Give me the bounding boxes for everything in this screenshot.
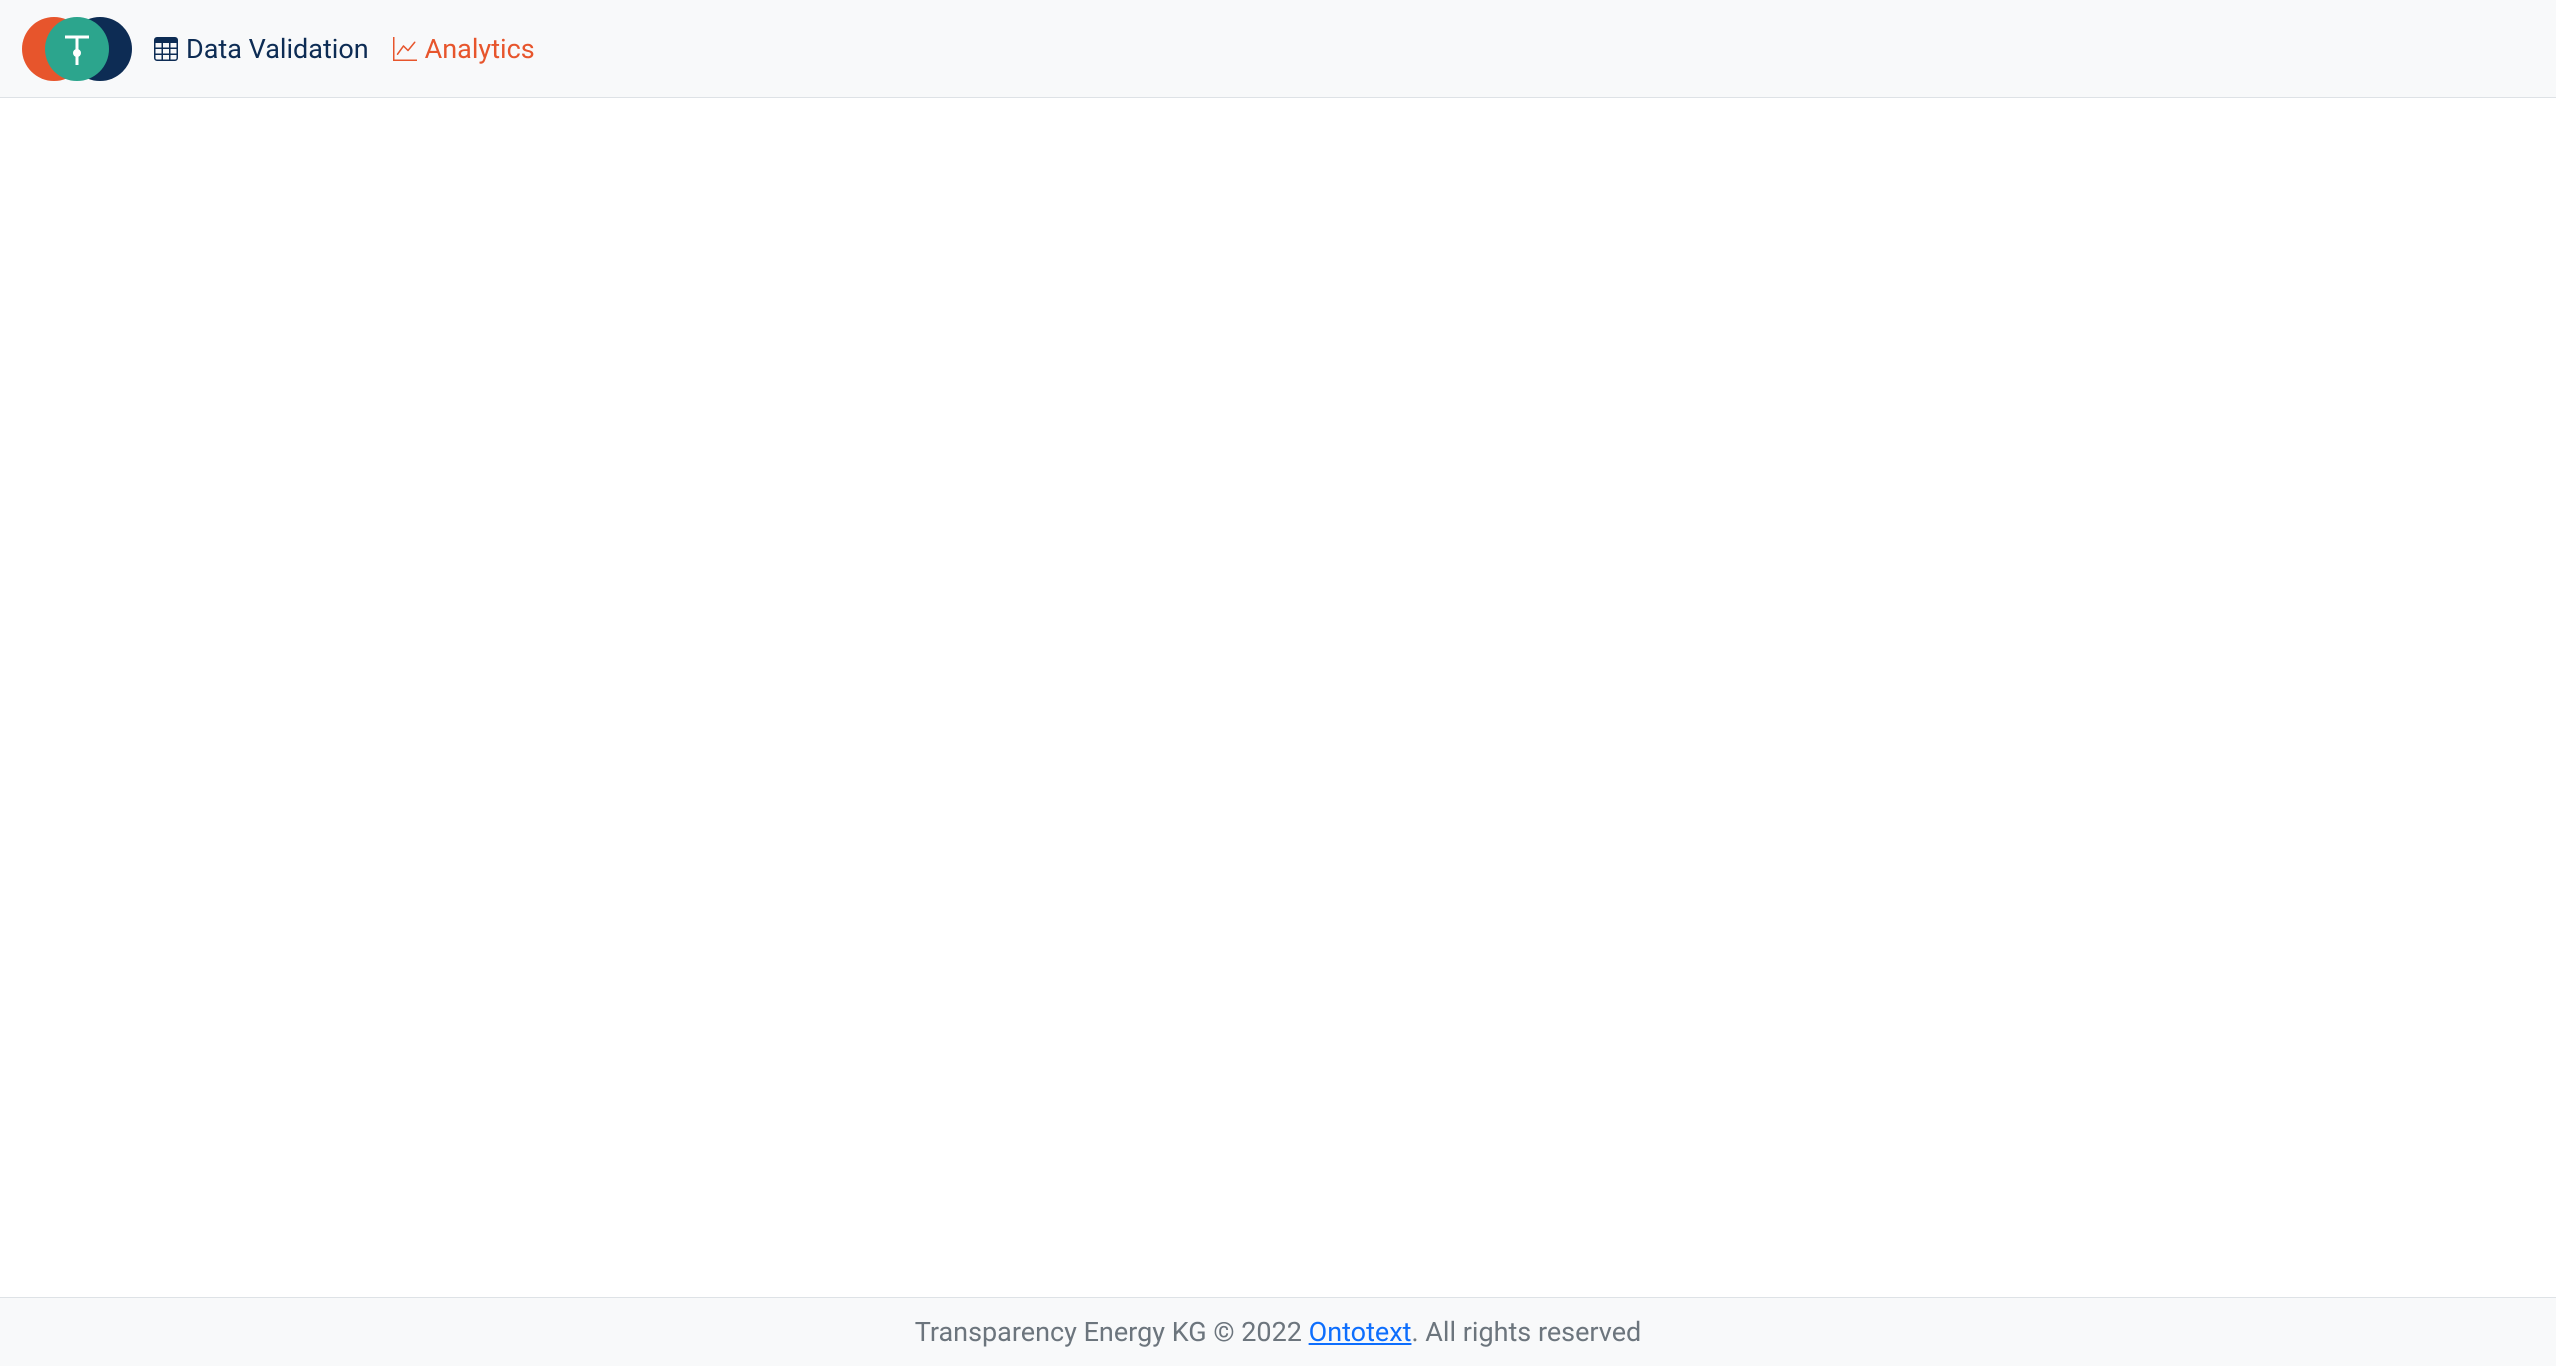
footer-prefix: Transparency Energy KG © 2022	[915, 1316, 1309, 1348]
nav-links: Data Validation Analytics	[154, 33, 535, 65]
app-logo[interactable]	[20, 15, 134, 83]
footer-link-ontotext[interactable]: Ontotext	[1309, 1316, 1412, 1348]
footer-suffix: . All rights reserved	[1411, 1316, 1641, 1348]
navbar: Data Validation Analytics	[0, 0, 2556, 98]
chart-line-icon	[393, 37, 417, 61]
nav-link-label: Data Validation	[186, 33, 369, 65]
nav-link-analytics[interactable]: Analytics	[393, 33, 535, 65]
footer: Transparency Energy KG © 2022 Ontotext. …	[0, 1297, 2556, 1366]
nav-link-data-validation[interactable]: Data Validation	[154, 33, 369, 65]
table-icon	[154, 37, 178, 61]
nav-link-label: Analytics	[425, 33, 535, 65]
main-content	[0, 98, 2556, 1297]
